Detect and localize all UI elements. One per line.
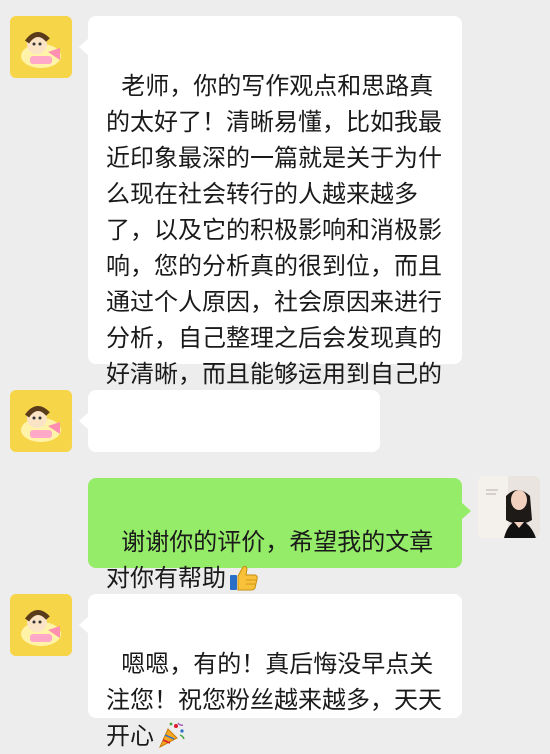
message-bubble-incoming[interactable]	[79, 390, 380, 508]
thumbs-up-icon	[230, 565, 258, 591]
message-text: 谢谢你的评价，希望我的文章对你有帮助	[106, 528, 434, 592]
profile-photo-icon	[478, 476, 540, 538]
cartoon-avatar-icon	[10, 16, 72, 78]
cartoon-avatar-icon	[10, 390, 72, 452]
contact-avatar[interactable]	[10, 390, 72, 452]
message-bubble-incoming[interactable]: 嗯嗯，有的！真后悔没早点关注您！祝您粉丝越来越多，天天开心	[79, 594, 462, 750]
message-text: 老师，你的写作观点和思路真的太好了！清晰易懂，比如我最近印象最深的一篇就是关于为…	[106, 72, 442, 424]
contact-avatar[interactable]	[10, 594, 72, 656]
cartoon-avatar-icon	[10, 594, 72, 656]
message-bubble-outgoing[interactable]: 谢谢你的评价，希望我的文章对你有帮助	[88, 478, 471, 592]
message-bubble-incoming[interactable]: 老师，你的写作观点和思路真的太好了！清晰易懂，比如我最近印象最深的一篇就是关于为…	[79, 16, 462, 424]
contact-avatar[interactable]	[10, 16, 72, 78]
party-popper-icon	[158, 722, 185, 749]
user-avatar[interactable]	[478, 476, 540, 538]
